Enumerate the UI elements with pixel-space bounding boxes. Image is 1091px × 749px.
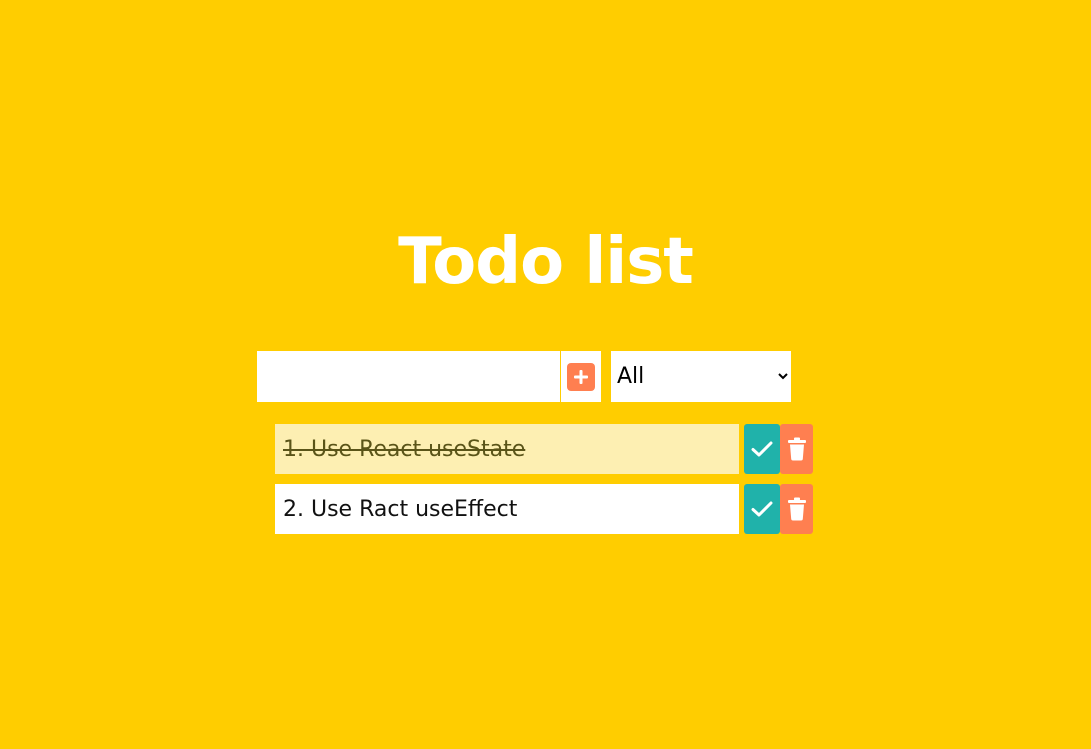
add-todo-form (257, 351, 601, 402)
plus-icon (573, 369, 589, 385)
todo-text: 1. Use React useState (275, 424, 739, 474)
todo-item: 1. Use React useState (275, 424, 813, 474)
page-title: Todo list (398, 225, 694, 299)
complete-button[interactable] (744, 484, 780, 534)
delete-button[interactable] (780, 424, 813, 474)
delete-button[interactable] (780, 484, 813, 534)
add-button-wrapper (561, 351, 601, 402)
trash-icon (787, 497, 807, 521)
todo-item: 2. Use Ract useEffect (275, 484, 813, 534)
filter-select[interactable]: All (611, 351, 791, 402)
todo-input[interactable] (257, 351, 560, 402)
add-todo-button[interactable] (567, 362, 595, 391)
check-icon (751, 440, 773, 458)
complete-button[interactable] (744, 424, 780, 474)
trash-icon (787, 437, 807, 461)
todo-text: 2. Use Ract useEffect (275, 484, 739, 534)
check-icon (751, 500, 773, 518)
